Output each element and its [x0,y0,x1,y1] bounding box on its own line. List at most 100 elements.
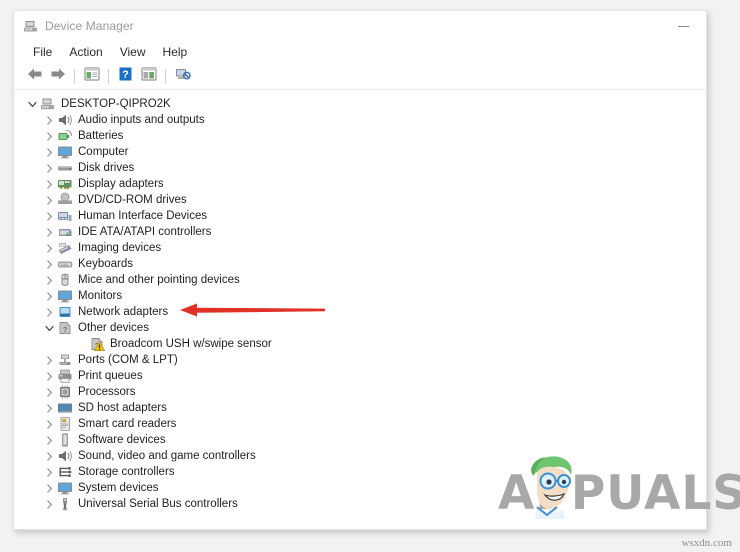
network-adapter-icon [57,304,73,320]
menu-view[interactable]: View [112,43,155,62]
tree-item-other-devices[interactable]: ? Other devices [14,320,706,336]
properties-button[interactable] [137,66,160,88]
chevron-right-icon[interactable] [42,467,57,477]
properties-icon [141,67,157,86]
menu-file[interactable]: File [25,43,61,62]
tree-item-label: Storage controllers [78,466,175,478]
site-watermark: wsxdn.com [681,537,732,549]
keyboard-icon [57,256,73,272]
menu-bar: File Action View Help [14,41,706,64]
chevron-right-icon[interactable] [42,307,57,317]
device-manager-icon [23,18,39,34]
tree-item-human-interface-devices[interactable]: Human Interface Devices [14,208,706,224]
menu-action[interactable]: Action [61,43,111,62]
tree-item-smart-card-readers[interactable]: Smart card readers [14,416,706,432]
monitor-icon [57,480,73,496]
forward-button[interactable] [46,66,69,88]
title-bar: Device Manager [14,11,706,41]
minimize-icon [678,25,689,27]
chevron-right-icon[interactable] [42,355,57,365]
tree-item-display-adapters[interactable]: Display adapters [14,176,706,192]
tree-item-label: Mice and other pointing devices [78,274,240,286]
chevron-right-icon[interactable] [42,451,57,461]
chevron-down-icon[interactable] [42,324,57,333]
tree-item-label: Imaging devices [78,242,162,254]
tree-item-label: Computer [78,146,129,158]
tree-item-sd-host-adapters[interactable]: SD host adapters [14,400,706,416]
processor-icon [57,384,73,400]
window-controls [661,11,706,41]
chevron-right-icon[interactable] [42,387,57,397]
tree-item-label: Keyboards [78,258,133,270]
scan-for-hardware-changes-button[interactable] [171,66,194,88]
tree-item-print-queues[interactable]: Print queues [14,368,706,384]
monitor-icon [57,288,73,304]
tree-item-label: Software devices [78,434,166,446]
tree-item-imaging-devices[interactable]: Imaging devices [14,240,706,256]
computer-tower-icon [40,96,56,112]
tree-item-universal-serial-bus-controllers[interactable]: Universal Serial Bus controllers [14,496,706,512]
chevron-right-icon[interactable] [42,483,57,493]
chevron-right-icon[interactable] [42,179,57,189]
tree-item-label: Audio inputs and outputs [78,114,205,126]
tree-item-keyboards[interactable]: Keyboards [14,256,706,272]
tree-item-network-adapters[interactable]: Network adapters [14,304,706,320]
chevron-right-icon[interactable] [42,435,57,445]
chevron-right-icon[interactable] [42,211,57,221]
tree-item-label: DVD/CD-ROM drives [78,194,187,206]
chevron-down-icon[interactable] [25,100,40,109]
chevron-right-icon[interactable] [42,243,57,253]
ide-controller-icon [57,224,73,240]
hid-icon [57,208,73,224]
help-icon: ? [118,67,133,86]
chevron-right-icon[interactable] [42,259,57,269]
minimize-button[interactable] [661,11,706,41]
chevron-right-icon[interactable] [42,275,57,285]
menu-help[interactable]: Help [155,43,197,62]
unknown-device-icon: ? [57,320,73,336]
battery-icon [57,128,73,144]
toolbar-separator [165,69,166,84]
tree-item-label: Smart card readers [78,418,177,430]
chevron-right-icon[interactable] [42,131,57,141]
tree-item-label: Sound, video and game controllers [78,450,256,462]
tree-item-monitors[interactable]: Monitors [14,288,706,304]
chevron-right-icon[interactable] [42,371,57,381]
sd-host-adapter-icon [57,400,73,416]
toolbar-separator [108,69,109,84]
back-button[interactable] [23,66,46,88]
tree-item-label: Human Interface Devices [78,210,208,222]
tree-item-system-devices[interactable]: System devices [14,480,706,496]
tree-item-ide-ata-atapi-controllers[interactable]: IDE ATA/ATAPI controllers [14,224,706,240]
chevron-right-icon[interactable] [42,403,57,413]
tree-item-label: SD host adapters [78,402,167,414]
tree-item-storage-controllers[interactable]: Storage controllers [14,464,706,480]
tree-item-ports-com-lpt[interactable]: Ports (COM & LPT) [14,352,706,368]
tree-item-broadcom-ush-w-swipe-sensor[interactable]: ? Broadcom USH w/swipe sensor [14,336,706,352]
chevron-right-icon[interactable] [42,147,57,157]
imaging-device-icon [57,240,73,256]
tree-item-mice-and-other-pointing-devices[interactable]: Mice and other pointing devices [14,272,706,288]
chevron-right-icon[interactable] [42,163,57,173]
tree-root-computer[interactable]: DESKTOP-QIPRO2K [14,96,706,112]
chevron-right-icon[interactable] [42,195,57,205]
tree-item-dvd-cd-rom-drives[interactable]: DVD/CD-ROM drives [14,192,706,208]
show-hide-console-tree-button[interactable] [80,66,103,88]
tree-item-audio-inputs-and-outputs[interactable]: Audio inputs and outputs [14,112,706,128]
tree-item-disk-drives[interactable]: Disk drives [14,160,706,176]
chevron-right-icon[interactable] [42,227,57,237]
tree-item-sound-video-and-game-controllers[interactable]: Sound, video and game controllers [14,448,706,464]
svg-text:?: ? [63,325,68,334]
chevron-right-icon[interactable] [42,499,57,509]
help-button[interactable]: ? [114,66,137,88]
toolbar-separator [74,69,75,84]
tree-item-batteries[interactable]: Batteries [14,128,706,144]
tree-item-software-devices[interactable]: Software devices [14,432,706,448]
usb-icon [57,496,73,512]
chevron-right-icon[interactable] [42,291,57,301]
tree-item-label: Universal Serial Bus controllers [78,498,238,510]
chevron-right-icon[interactable] [42,115,57,125]
chevron-right-icon[interactable] [42,419,57,429]
tree-item-computer[interactable]: Computer [14,144,706,160]
tree-item-processors[interactable]: Processors [14,384,706,400]
